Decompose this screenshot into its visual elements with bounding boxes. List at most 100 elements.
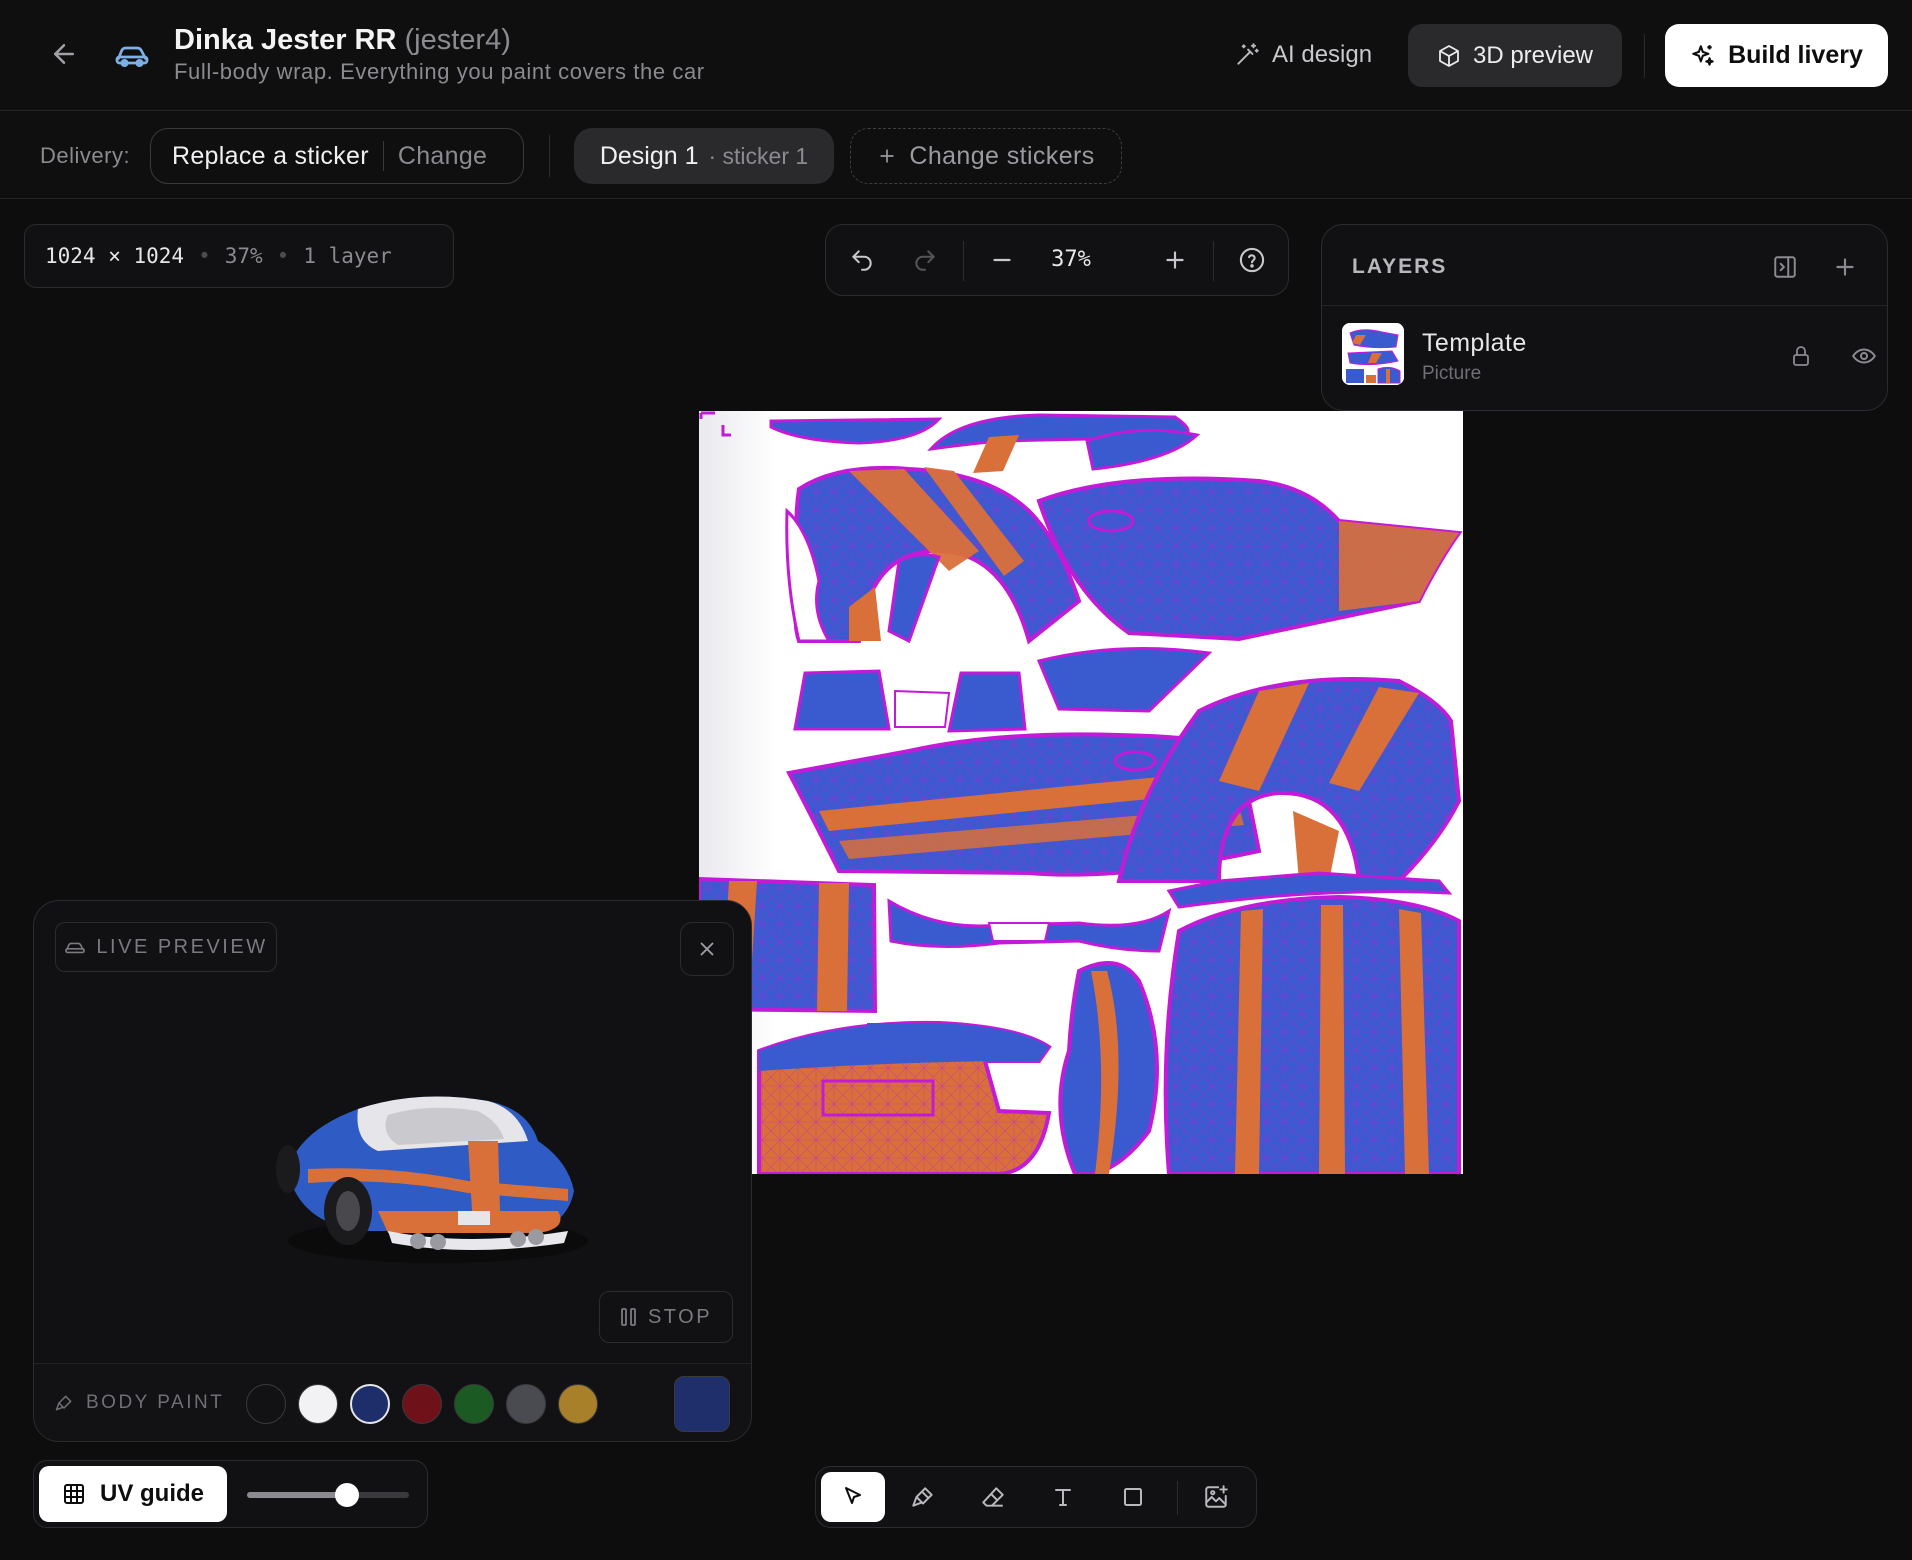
redo-button[interactable] <box>904 239 946 281</box>
pause-icon <box>621 1308 636 1326</box>
toolbar-divider <box>1177 1481 1178 1515</box>
paint-swatch[interactable] <box>506 1384 546 1424</box>
redo-icon <box>915 250 935 271</box>
ai-design-button[interactable]: AI design <box>1222 30 1384 80</box>
page-title: Dinka Jester RR (jester4) <box>174 24 705 57</box>
plus-icon <box>1836 258 1854 276</box>
layer-name: Template <box>1422 329 1527 357</box>
zoom-in-button[interactable] <box>1154 239 1196 281</box>
help-button[interactable] <box>1231 239 1273 281</box>
paint-swatch[interactable] <box>454 1384 494 1424</box>
rectangle-tool[interactable] <box>1101 1472 1165 1522</box>
toolbar-divider <box>963 241 964 281</box>
zoom-out-button[interactable] <box>981 239 1023 281</box>
uv-opacity-slider[interactable] <box>247 1483 409 1507</box>
body-paint-label-group: BODY PAINT <box>54 1392 224 1414</box>
layers-panel: LAYERS Template Picture <box>1321 224 1888 411</box>
paint-brush-icon <box>55 1395 72 1411</box>
help-circle-icon <box>1239 247 1265 273</box>
delivery-label: Delivery: <box>40 143 131 168</box>
magic-wand-icon <box>1237 43 1259 65</box>
change-delivery-button[interactable]: Change <box>384 142 501 171</box>
layer-visibility-toggle[interactable] <box>1845 337 1883 375</box>
canvas-size: 1024 × 1024 <box>45 244 185 268</box>
canvas-layer-count: 1 layer <box>303 244 392 268</box>
grid-icon <box>63 1484 84 1504</box>
3d-preview-button[interactable]: 3D preview <box>1408 24 1622 87</box>
eraser-icon <box>982 1487 1004 1507</box>
zoom-level: 37% <box>1051 247 1091 272</box>
separator-dot: • <box>198 244 211 268</box>
vehicle-code: (jester4) <box>404 24 511 56</box>
design-tab[interactable]: Design 1 · sticker 1 <box>574 128 834 184</box>
image-plus-icon <box>1205 1485 1228 1508</box>
close-icon <box>700 942 714 956</box>
square-icon <box>1124 1488 1142 1506</box>
live-preview-panel: LIVE PREVIEW STOP BODY PAINT <box>33 900 752 1442</box>
panel-collapse-icon <box>1774 256 1796 278</box>
image-add-tool[interactable] <box>1184 1472 1248 1522</box>
change-stickers-label: Change stickers <box>909 141 1095 170</box>
paint-swatch[interactable] <box>558 1384 598 1424</box>
current-color-picker[interactable] <box>674 1376 730 1432</box>
live-preview-badge: LIVE PREVIEW <box>55 922 277 972</box>
car-icon <box>114 38 150 70</box>
add-layer-button[interactable] <box>1825 247 1865 287</box>
minus-icon <box>993 258 1011 262</box>
eraser-tool[interactable] <box>961 1472 1025 1522</box>
drawing-toolbar <box>815 1466 1257 1528</box>
back-button[interactable] <box>46 36 82 72</box>
select-tool[interactable] <box>821 1472 885 1522</box>
layers-divider <box>1322 305 1887 306</box>
app-header: Dinka Jester RR (jester4) Full-body wrap… <box>0 0 1912 111</box>
paint-swatch[interactable] <box>350 1384 390 1424</box>
3d-preview-label: 3D preview <box>1472 41 1594 69</box>
paint-swatch[interactable] <box>402 1384 442 1424</box>
design-canvas[interactable] <box>699 411 1463 1174</box>
layers-title: LAYERS <box>1352 255 1448 278</box>
layer-row[interactable]: Template Picture <box>1342 323 1876 393</box>
design-label: Design 1 <box>599 141 699 170</box>
ai-design-label: AI design <box>1272 41 1373 68</box>
car-3d-preview[interactable] <box>268 1061 608 1281</box>
delivery-bar: Delivery: Replace a sticker Change Desig… <box>0 111 1912 199</box>
close-preview-button[interactable] <box>680 922 734 976</box>
title-block: Dinka Jester RR (jester4) Full-body wrap… <box>174 24 705 85</box>
uv-guide-label: UV guide <box>99 1480 204 1507</box>
uv-guide-control: UV guide <box>33 1460 428 1528</box>
lock-icon <box>1793 346 1809 366</box>
text-tool[interactable] <box>1031 1472 1095 1522</box>
build-livery-button[interactable]: Build livery <box>1665 24 1888 87</box>
undo-icon <box>852 250 872 271</box>
uv-guide-toggle[interactable]: UV guide <box>39 1466 227 1522</box>
toolbar-divider <box>1213 241 1214 281</box>
stop-rotation-button[interactable]: STOP <box>599 1291 733 1343</box>
brush-tool[interactable] <box>891 1472 955 1522</box>
paint-swatch[interactable] <box>298 1384 338 1424</box>
build-livery-label: Build livery <box>1728 41 1863 69</box>
slider-thumb[interactable] <box>335 1483 360 1507</box>
sparkles-icon <box>1692 44 1714 66</box>
body-paint-label: BODY PAINT <box>86 1392 225 1413</box>
collapse-panel-button[interactable] <box>1765 247 1805 287</box>
layer-lock-toggle[interactable] <box>1782 337 1820 375</box>
body-paint-bar: BODY PAINT <box>34 1363 751 1441</box>
paint-swatch[interactable] <box>246 1384 286 1424</box>
canvas-info-chip: 1024 × 1024 • 37% • 1 layer <box>24 224 454 288</box>
zoom-toolbar: 37% <box>825 224 1289 296</box>
separator-dot: • <box>276 244 290 268</box>
layer-thumbnail <box>1342 323 1404 385</box>
page-subtitle: Full-body wrap. Everything you paint cov… <box>174 59 705 84</box>
brush-icon <box>912 1487 933 1507</box>
stop-label: STOP <box>647 1305 713 1328</box>
delivery-mode: Replace a sticker <box>172 141 369 170</box>
change-stickers-button[interactable]: Change stickers <box>850 128 1122 184</box>
car-icon <box>65 942 86 954</box>
layer-type: Picture <box>1422 363 1482 384</box>
undo-button[interactable] <box>841 239 883 281</box>
plus-icon <box>880 149 895 163</box>
arrow-left-icon <box>54 44 74 64</box>
cursor-icon <box>845 1487 861 1504</box>
header-divider <box>1644 34 1645 78</box>
eye-icon <box>1852 348 1876 364</box>
